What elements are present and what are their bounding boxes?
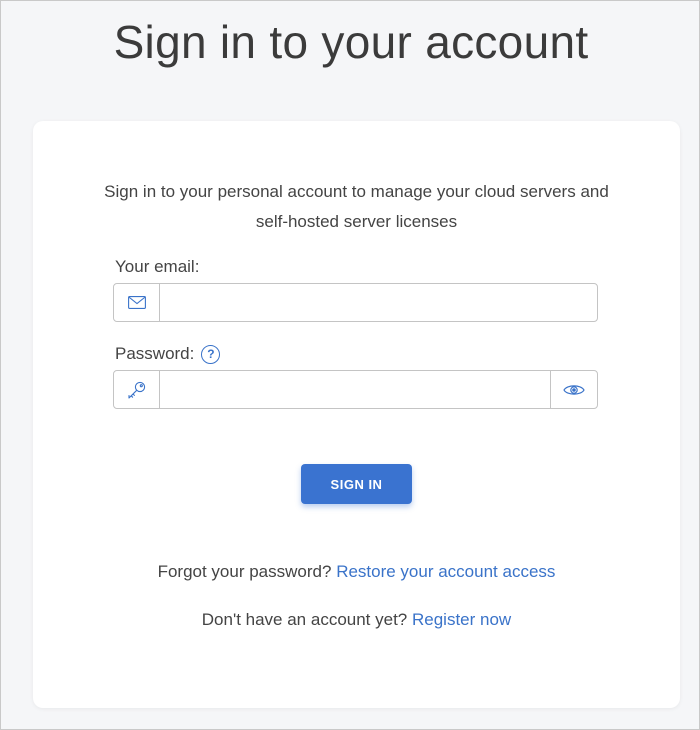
email-label: Your email: (115, 257, 199, 277)
signin-card: Sign in to your personal account to mana… (33, 121, 680, 708)
email-input[interactable] (160, 284, 597, 321)
email-input-group (113, 283, 598, 322)
password-label: Password: ? (115, 344, 221, 364)
help-icon[interactable]: ? (201, 344, 221, 364)
forgot-password-line: Forgot your password? Restore your accou… (33, 562, 680, 582)
password-input-group (113, 370, 598, 409)
eye-icon[interactable] (550, 371, 597, 408)
page-frame: Sign in to your account Sign in to your … (0, 0, 700, 730)
password-input[interactable] (160, 371, 550, 408)
password-label-text: Password: (115, 344, 195, 363)
key-icon (114, 371, 160, 408)
signin-button[interactable]: SIGN IN (301, 464, 412, 504)
register-text: Don't have an account yet? (201, 610, 408, 629)
forgot-password-text: Forgot your password? (157, 562, 332, 581)
page-title: Sign in to your account (113, 16, 589, 68)
card-subtitle: Sign in to your personal account to mana… (104, 182, 609, 231)
envelope-icon (114, 284, 160, 321)
email-label-text: Your email: (115, 257, 200, 276)
restore-access-link[interactable]: Restore your account access (336, 562, 555, 581)
register-link[interactable]: Register now (412, 610, 511, 629)
register-line: Don't have an account yet? Register now (33, 610, 680, 630)
